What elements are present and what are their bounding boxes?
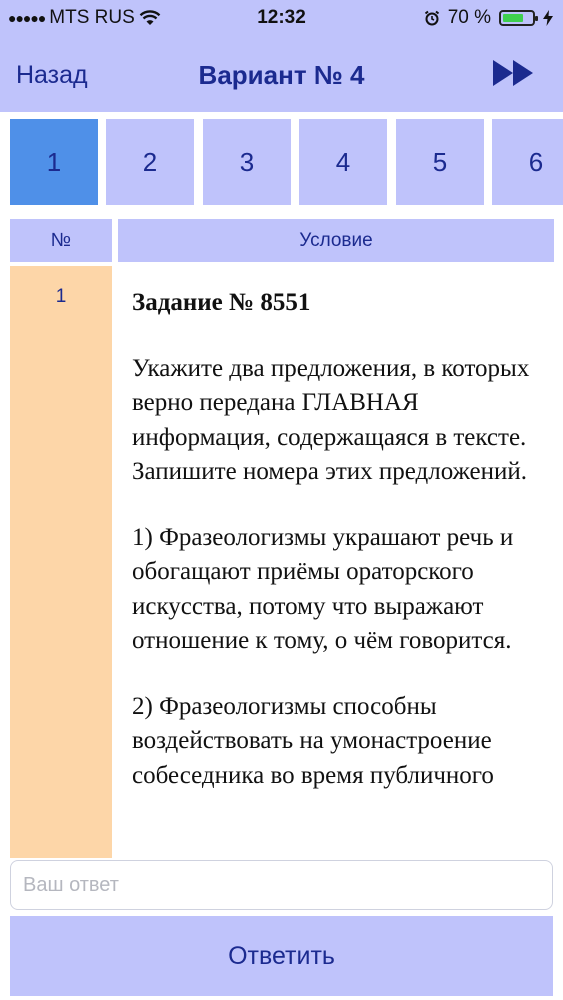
tab-5[interactable]: 5: [396, 119, 484, 205]
battery-icon: [499, 10, 538, 26]
fast-forward-icon[interactable]: [491, 56, 537, 90]
battery-percent: 70 %: [447, 7, 491, 28]
charging-bolt-icon: [543, 10, 553, 26]
task-option-2: 2) Фразеологизмы способны воздействовать…: [132, 692, 494, 789]
task-title: Задание № 8551: [132, 289, 311, 316]
tab-2[interactable]: 2: [106, 119, 194, 205]
page-title: Вариант № 4: [198, 60, 365, 90]
alarm-clock-icon: [424, 10, 439, 26]
row-number-cell: 1: [10, 266, 112, 858]
tab-4[interactable]: 4: [299, 119, 387, 205]
condition-cell[interactable]: Задание № 8551 Укажите два предложения, …: [118, 266, 554, 858]
tab-3[interactable]: 3: [203, 119, 291, 205]
task-prompt: Укажите два предложения, в которых верно…: [132, 354, 530, 486]
column-header-number: №: [10, 219, 112, 262]
answer-input[interactable]: [10, 860, 553, 910]
status-bar: ●●●●● MTS RUS 12:32 70 %: [0, 0, 563, 38]
column-header-condition: Условие: [118, 219, 554, 262]
navigation-bar: Назад Вариант № 4: [0, 38, 563, 112]
tab-1[interactable]: 1: [10, 119, 98, 205]
condition-text: Задание № 8551 Укажите два предложения, …: [118, 266, 554, 793]
question-tabs: 1 2 3 4 5 6: [0, 112, 563, 212]
tab-6[interactable]: 6: [492, 119, 563, 205]
row-number: 1: [55, 286, 67, 307]
task-option-1: 1) Фразеологизмы украшают речь и обогаща…: [132, 523, 514, 655]
submit-answer-button[interactable]: Ответить: [10, 916, 553, 996]
status-right: 70 %: [424, 7, 553, 29]
